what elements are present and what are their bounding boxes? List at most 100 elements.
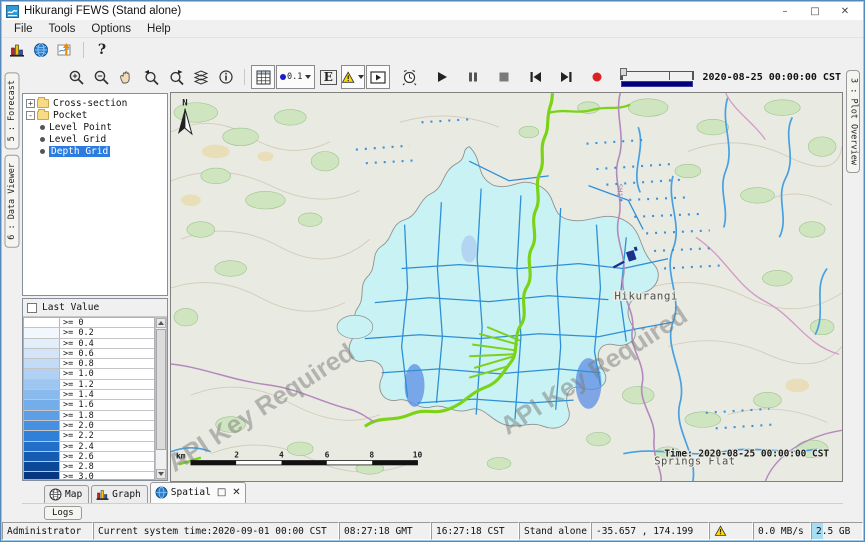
label-toggle-button[interactable]: E <box>316 65 340 89</box>
zoom-next-button[interactable] <box>164 65 188 89</box>
legend-row[interactable]: >= 1.0 <box>24 369 154 379</box>
animation-settings-button[interactable] <box>397 65 421 89</box>
legend-row[interactable]: >= 0.4 <box>24 339 154 349</box>
stop-button[interactable] <box>492 65 516 89</box>
step-backward-button[interactable] <box>523 65 547 89</box>
scroll-up-button[interactable] <box>156 318 166 328</box>
tab-label: Map <box>65 489 82 500</box>
record-button[interactable] <box>585 65 609 89</box>
skip-start-icon <box>529 71 542 83</box>
zoom-previous-button[interactable] <box>139 65 163 89</box>
last-value-label: Last Value <box>42 302 99 313</box>
road-label: SH1 <box>615 184 624 197</box>
legend-row[interactable]: >= 1.4 <box>24 390 154 400</box>
status-local-time: 16:27:18 CST <box>431 522 519 540</box>
legend-row[interactable]: >= 1.6 <box>24 400 154 410</box>
tree-node-cross-section[interactable]: + Cross-section <box>26 97 167 109</box>
tab-plot-overview[interactable]: 3 : Plot Overview <box>846 70 861 173</box>
tab-close-icon[interactable]: ✕ <box>232 487 240 498</box>
menu-tools[interactable]: Tools <box>41 22 84 36</box>
classbreaks-dropdown[interactable]: 0.1 <box>276 65 315 89</box>
legend-swatch <box>24 421 60 431</box>
graph-display-button[interactable] <box>6 40 28 60</box>
close-button[interactable]: ✕ <box>831 4 859 19</box>
tab-maximize-icon[interactable]: □ <box>217 487 226 498</box>
node-bullet-icon <box>40 125 45 130</box>
tree-node-pocket[interactable]: - Pocket <box>26 109 167 121</box>
status-memory[interactable]: 2.5 GB <box>811 522 863 540</box>
step-forward-button[interactable] <box>554 65 578 89</box>
legend-row[interactable]: >= 2.0 <box>24 421 154 431</box>
map-canvas[interactable]: API Key Required API Key Required Hikura… <box>171 93 842 481</box>
layers-button[interactable] <box>189 65 213 89</box>
grid-icon <box>256 70 271 85</box>
time-slider-handle[interactable] <box>620 68 627 76</box>
legend-row[interactable]: >= 2.2 <box>24 431 154 441</box>
legend-scrollbar[interactable] <box>155 317 167 480</box>
tree-node-level-point[interactable]: Level Point <box>38 121 167 133</box>
collapse-icon[interactable]: - <box>26 111 35 120</box>
status-coordinates: -35.657 , 174.199 <box>591 522 709 540</box>
tree-node-label-selected: Depth Grid <box>49 146 110 157</box>
status-system-time: Current system time:2020-09-01 00:00 CST <box>93 522 339 540</box>
pause-button[interactable] <box>461 65 485 89</box>
menu-file[interactable]: File <box>6 22 41 36</box>
map-display-button[interactable] <box>30 40 52 60</box>
status-warning-cell[interactable] <box>709 522 753 540</box>
legend-row[interactable]: >= 0.8 <box>24 359 154 369</box>
last-value-checkbox[interactable] <box>27 303 37 313</box>
maximize-button[interactable]: □ <box>801 4 829 19</box>
chevron-down-icon <box>358 75 364 79</box>
legend-row[interactable]: >= 0.6 <box>24 349 154 359</box>
scrollbar-thumb[interactable] <box>156 329 166 450</box>
legend-row[interactable]: >= 0 <box>24 318 154 328</box>
legend-row[interactable]: >= 3.0 <box>24 472 154 480</box>
tab-map[interactable]: Map <box>44 485 89 503</box>
expand-icon[interactable]: + <box>26 99 35 108</box>
zoom-out-button[interactable] <box>89 65 113 89</box>
menu-help[interactable]: Help <box>139 22 179 36</box>
minimize-button[interactable]: – <box>771 4 799 19</box>
tree-node-label: Level Point <box>49 122 112 133</box>
zoom-in-button[interactable] <box>64 65 88 89</box>
legend-row[interactable]: >= 1.2 <box>24 380 154 390</box>
legend-swatch <box>24 328 60 338</box>
pan-button[interactable] <box>114 65 138 89</box>
map-time-label: Time: 2020-08-25 00:00:00 CST <box>664 449 829 460</box>
tab-forecast[interactable]: 5 : Forecast <box>5 72 20 149</box>
timeseries-dialog-button[interactable] <box>54 40 76 60</box>
layers-icon <box>193 69 209 85</box>
time-ruler <box>620 71 693 80</box>
help-button[interactable]: ? <box>91 40 113 60</box>
legend-row[interactable]: >= 0.2 <box>24 328 154 338</box>
time-slider[interactable] <box>620 64 693 90</box>
tab-logs[interactable]: Logs <box>44 506 82 520</box>
tree-node-depth-grid[interactable]: Depth Grid <box>38 145 167 157</box>
warning-icon <box>714 525 727 537</box>
tab-spatial[interactable]: Spatial □ ✕ <box>150 482 246 503</box>
legend-row[interactable]: >= 2.4 <box>24 442 154 452</box>
globe-icon <box>155 486 168 499</box>
animation-export-button[interactable] <box>366 65 390 89</box>
legend-row[interactable]: >= 2.6 <box>24 452 154 462</box>
tree-node-level-grid[interactable]: Level Grid <box>38 133 167 145</box>
info-icon <box>218 69 234 85</box>
tree-node-label: Pocket <box>53 110 87 121</box>
tab-data-viewer[interactable]: 6 : Data Viewer <box>5 155 20 248</box>
toolbar-separator <box>244 69 245 85</box>
tab-graph[interactable]: Graph <box>91 485 148 503</box>
warning-dropdown[interactable] <box>341 65 365 89</box>
tree-node-label: Level Grid <box>49 134 106 145</box>
stop-icon <box>498 71 510 83</box>
globe-icon <box>33 42 49 58</box>
legend-swatch <box>24 431 60 441</box>
legend-row[interactable]: >= 1.8 <box>24 411 154 421</box>
legend-swatch <box>24 462 60 472</box>
current-time-label: 2020-08-25 00:00:00 CST <box>703 72 843 83</box>
grid-display-button[interactable] <box>251 65 275 89</box>
info-button[interactable] <box>214 65 238 89</box>
menu-options[interactable]: Options <box>83 22 139 36</box>
play-button[interactable] <box>430 65 454 89</box>
scroll-down-button[interactable] <box>156 469 166 479</box>
legend-row[interactable]: >= 2.8 <box>24 462 154 472</box>
